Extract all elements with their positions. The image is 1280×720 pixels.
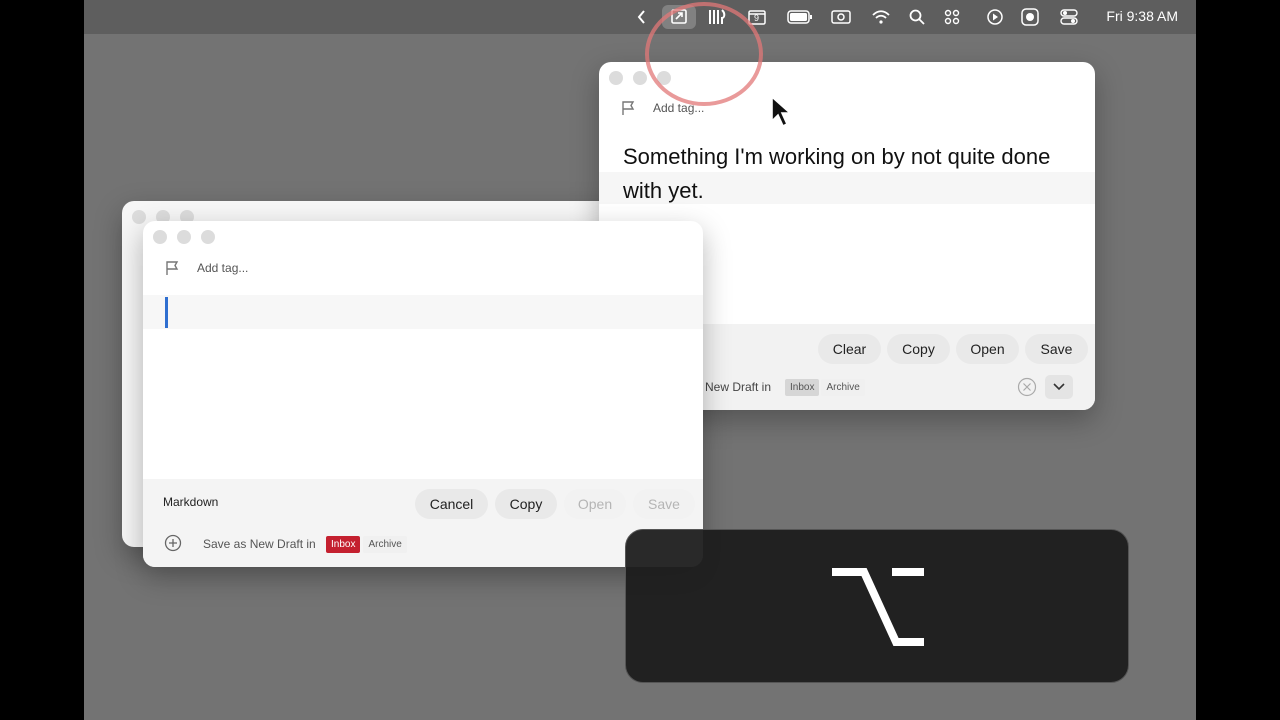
record-icon[interactable] bbox=[1019, 7, 1041, 27]
window-footer: Markdown Cancel Copy Open Save Save as N… bbox=[143, 479, 703, 567]
close-button[interactable] bbox=[153, 230, 167, 244]
control-center-icon[interactable] bbox=[1058, 7, 1080, 27]
close-button[interactable] bbox=[609, 71, 623, 85]
save-button[interactable]: Save bbox=[633, 489, 695, 519]
inbox-chip[interactable]: Inbox bbox=[326, 536, 361, 553]
play-icon[interactable] bbox=[984, 7, 1006, 27]
open-button[interactable]: Open bbox=[956, 334, 1019, 364]
inbox-chip[interactable]: Inbox bbox=[785, 379, 820, 396]
add-draft-icon[interactable] bbox=[163, 533, 183, 558]
cancel-button[interactable]: Cancel bbox=[415, 489, 488, 519]
click-indicator bbox=[645, 2, 763, 106]
syntax-label[interactable]: Markdown bbox=[163, 495, 218, 509]
flag-icon bbox=[166, 261, 179, 275]
text-cursor bbox=[165, 297, 168, 328]
desktop: 9 Fri 9:38 AM Add tag... Something I'm w… bbox=[84, 0, 1196, 720]
menu-bar: 9 Fri 9:38 AM bbox=[84, 0, 1196, 34]
minimize-button[interactable] bbox=[633, 71, 647, 85]
save-destination-label: New Draft in bbox=[705, 380, 772, 394]
save-destination-label: Save as New Draft in bbox=[203, 537, 316, 551]
clear-x-icon[interactable] bbox=[1017, 377, 1037, 402]
wifi-icon[interactable] bbox=[870, 7, 892, 27]
chevron-down-icon[interactable] bbox=[1045, 375, 1073, 399]
add-tag-field[interactable]: Add tag... bbox=[197, 261, 248, 275]
mouse-pointer-icon bbox=[770, 95, 793, 134]
draft-text-editor[interactable] bbox=[143, 295, 703, 329]
zoom-button[interactable] bbox=[201, 230, 215, 244]
minimize-button[interactable] bbox=[177, 230, 191, 244]
window-controls bbox=[153, 230, 215, 244]
tag-row[interactable]: Add tag... bbox=[165, 260, 248, 276]
calendar-day: 9 bbox=[754, 13, 760, 23]
clear-button[interactable]: Clear bbox=[818, 334, 881, 364]
copy-button[interactable]: Copy bbox=[495, 489, 557, 519]
keystroke-overlay bbox=[625, 529, 1129, 683]
new-draft-window[interactable]: Add tag... Markdown Cancel Copy Open Sav… bbox=[143, 221, 703, 567]
save-button[interactable]: Save bbox=[1025, 334, 1088, 364]
flag-icon bbox=[622, 101, 635, 115]
menu-bar-clock[interactable]: Fri 9:38 AM bbox=[1106, 8, 1178, 24]
archive-chip[interactable]: Archive bbox=[363, 536, 407, 553]
battery-icon[interactable] bbox=[786, 7, 814, 27]
option-key-icon bbox=[626, 530, 1130, 684]
open-button[interactable]: Open bbox=[564, 489, 626, 519]
search-icon[interactable] bbox=[906, 7, 928, 27]
destination-picker: Inbox Archive bbox=[785, 379, 865, 396]
chevron-left-icon[interactable] bbox=[631, 7, 653, 27]
draft-text-editor[interactable]: Something I'm working on by not quite do… bbox=[623, 140, 1063, 208]
copy-button[interactable]: Copy bbox=[887, 334, 950, 364]
destination-picker: Inbox Archive bbox=[326, 536, 407, 553]
camera-icon[interactable] bbox=[830, 7, 852, 27]
archive-chip[interactable]: Archive bbox=[821, 379, 865, 396]
close-button[interactable] bbox=[132, 210, 146, 224]
grid-icon[interactable] bbox=[941, 7, 963, 27]
